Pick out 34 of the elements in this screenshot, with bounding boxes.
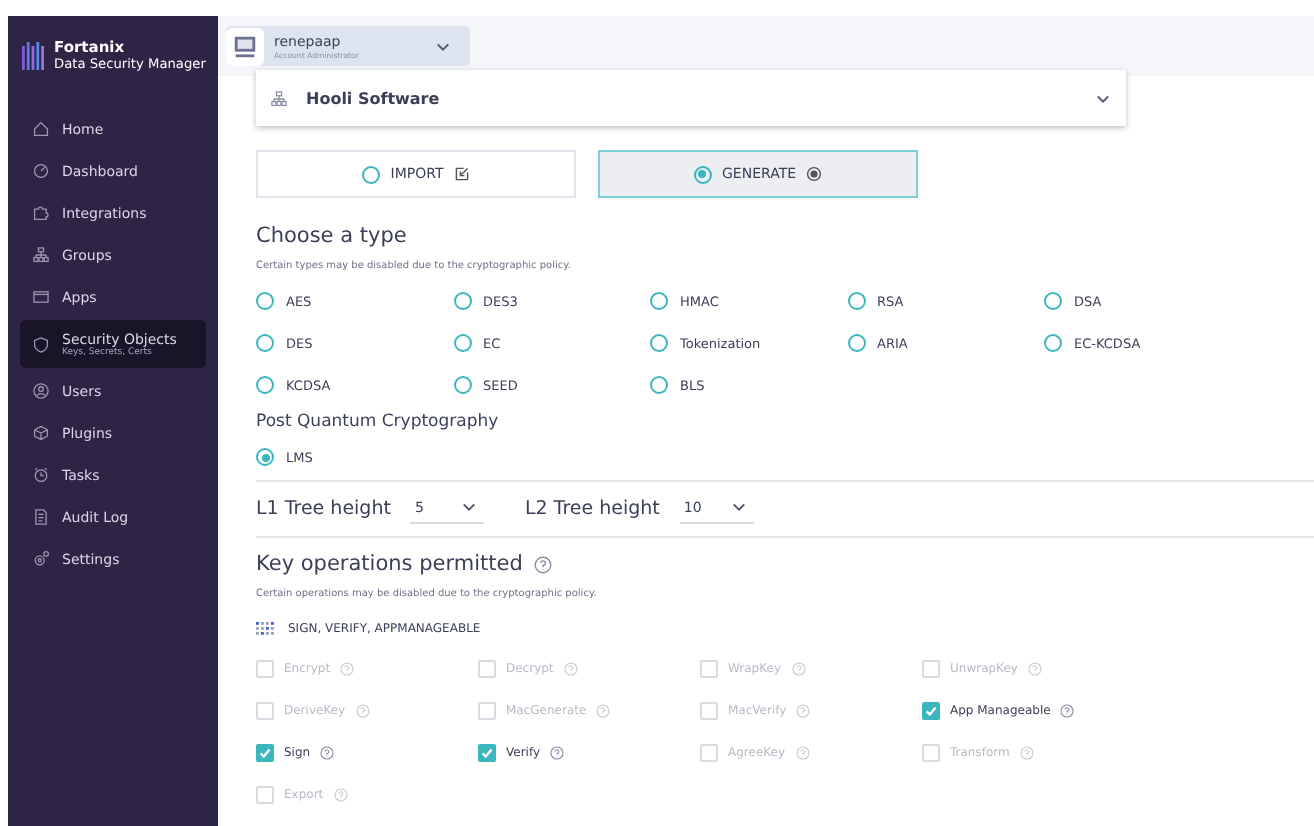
field-label: L2 Tree height <box>524 498 660 520</box>
logo-icon <box>22 39 46 71</box>
help-icon[interactable] <box>534 555 553 573</box>
user-icon <box>32 382 50 400</box>
gear-icon <box>32 550 50 568</box>
group-select[interactable]: Hooli Software <box>256 70 1126 126</box>
help-icon[interactable] <box>320 746 335 760</box>
help-icon[interactable] <box>1060 704 1075 718</box>
caret-icon <box>1096 93 1110 103</box>
puzzle-icon <box>32 204 50 222</box>
import-icon <box>453 166 470 182</box>
help-icon[interactable] <box>550 746 565 760</box>
caret-icon <box>436 41 450 51</box>
shield-icon <box>32 335 50 353</box>
check-icon <box>480 746 494 760</box>
computer-icon <box>226 27 264 65</box>
check-icon <box>924 704 938 718</box>
hierarchy-icon <box>32 246 50 264</box>
subsection-title: Post Quantum Cryptography <box>256 412 501 432</box>
caret-icon <box>462 502 477 512</box>
check-icon <box>258 746 272 760</box>
target-icon <box>806 166 823 182</box>
gauge-icon <box>32 162 50 180</box>
section-title: Choose a type <box>256 224 409 248</box>
window-icon <box>32 288 50 306</box>
section-title: Key operations permitted <box>256 552 523 576</box>
hierarchy-icon <box>270 89 288 107</box>
clock-icon <box>32 466 50 484</box>
home-icon <box>32 120 50 138</box>
caret-icon <box>731 502 746 512</box>
dot-grid-icon <box>256 622 276 636</box>
box-icon <box>32 424 50 442</box>
field-label: L1 Tree height <box>256 498 391 520</box>
document-icon <box>32 508 50 526</box>
